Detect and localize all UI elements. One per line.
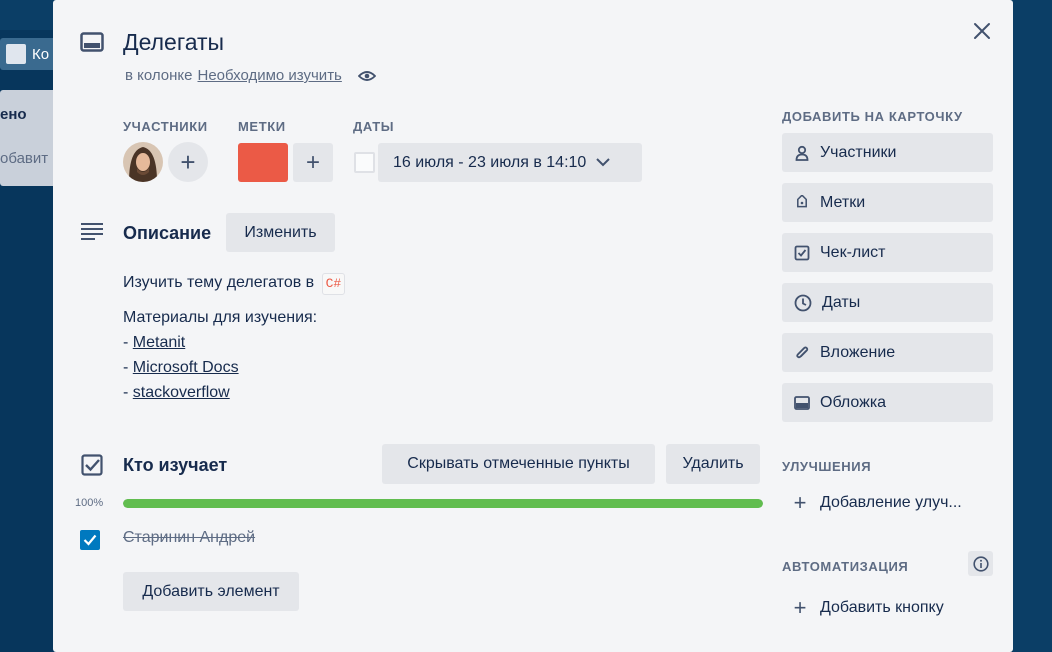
checklist-item-text[interactable]: Старинин Андрей — [123, 529, 255, 547]
members-label: УЧАСТНИКИ — [123, 119, 208, 134]
add-button-button[interactable]: + Добавить кнопку — [782, 590, 993, 626]
description-body[interactable]: Изучить тему делегатов в C# Материалы дл… — [123, 270, 346, 405]
eye-icon[interactable] — [357, 70, 376, 82]
sidebar-attachment-label: Вложение — [820, 343, 896, 361]
description-icon — [81, 223, 103, 240]
paperclip-icon — [796, 346, 809, 358]
list-name-link[interactable]: Необходимо изучить — [198, 67, 342, 84]
clock-icon — [794, 294, 812, 311]
sidebar-labels-label: Метки — [820, 193, 866, 211]
delete-checklist-button[interactable]: Удалить — [666, 444, 760, 484]
sidebar-dates-label: Даты — [822, 293, 861, 311]
board-button-label: Ко — [32, 45, 50, 63]
add-member-button[interactable]: + — [168, 142, 208, 182]
dates-value: 16 июля - 23 июля в 14:10 — [393, 153, 587, 171]
card-title[interactable]: Делегаты — [123, 29, 224, 56]
link-microsoft-docs[interactable]: Microsoft Docs — [133, 359, 239, 376]
plus-icon: + — [793, 490, 807, 515]
sidebar-members-label: Участники — [820, 143, 897, 161]
tag-icon — [797, 194, 807, 207]
progress-bar — [123, 499, 763, 508]
checklist-small-icon — [794, 245, 810, 260]
automation-info-button[interactable] — [968, 551, 993, 576]
list-title: ено — [0, 106, 27, 123]
dates-button[interactable]: 16 июля - 23 июля в 14:10 — [378, 143, 642, 182]
list-dash: - — [123, 384, 133, 401]
list-add-card[interactable]: обавит — [0, 150, 48, 167]
in-list-prefix: в колонке — [125, 67, 193, 84]
sidebar-attachment-button[interactable]: Вложение — [782, 333, 993, 372]
checklist-item-checkbox[interactable] — [80, 530, 100, 550]
plus-icon: + — [793, 595, 807, 620]
board-background-right — [1013, 30, 1052, 652]
info-icon — [972, 555, 989, 572]
sidebar-checklist-button[interactable]: Чек-лист — [782, 233, 993, 272]
avatar-image — [123, 142, 163, 182]
progress-percent: 100% — [75, 497, 104, 509]
link-row: - Microsoft Docs — [123, 355, 345, 380]
link-stackoverflow[interactable]: stackoverflow — [133, 384, 230, 401]
avatar[interactable] — [123, 142, 163, 182]
link-row: - Metanit — [123, 330, 345, 355]
check-icon — [83, 534, 97, 546]
add-powerup-button[interactable]: + Добавление улуч... — [782, 485, 993, 521]
add-powerup-label: Добавление улуч... — [820, 494, 962, 511]
add-to-card-label: ДОБАВИТЬ НА КАРТОЧКУ — [782, 109, 963, 124]
date-complete-checkbox[interactable] — [354, 152, 375, 173]
description-line-2: Материалы для изучения: — [123, 309, 318, 326]
powerups-label: УЛУЧШЕНИЯ — [782, 459, 872, 474]
sidebar-cover-label: Обложка — [820, 393, 887, 411]
label-chip-red[interactable] — [238, 143, 288, 182]
link-row: - stackoverflow — [123, 380, 345, 405]
add-item-button[interactable]: Добавить элемент — [123, 572, 299, 611]
labels-label: МЕТКИ — [238, 119, 286, 134]
chevron-down-icon — [596, 158, 611, 167]
link-metanit[interactable]: Metanit — [133, 334, 185, 351]
card-subtitle: в колонке Необходимо изучить — [125, 67, 376, 84]
add-label-button[interactable]: + — [293, 143, 333, 182]
person-icon — [795, 145, 809, 161]
sidebar-labels-button[interactable]: Метки — [782, 183, 993, 222]
description-text: Изучить тему делегатов в — [123, 274, 315, 291]
add-button-label: Добавить кнопку — [820, 599, 944, 616]
card-modal: Делегаты в колонке Необходимо изучить УЧ… — [53, 0, 1013, 652]
description-line-1: Изучить тему делегатов в C# — [123, 270, 346, 295]
code-snippet: C# — [321, 273, 346, 295]
close-button[interactable] — [969, 18, 995, 44]
card-icon — [80, 32, 104, 52]
sidebar-dates-button[interactable]: Даты — [782, 283, 993, 322]
sidebar-checklist-label: Чек-лист — [820, 243, 886, 261]
edit-description-button[interactable]: Изменить — [226, 213, 335, 252]
checklist-heading[interactable]: Кто изучает — [123, 455, 227, 476]
board-list: ено обавит — [0, 90, 60, 186]
sidebar-cover-button[interactable]: Обложка — [782, 383, 993, 422]
progress-bar-fill — [123, 499, 763, 508]
dates-label: ДАТЫ — [353, 119, 395, 134]
board-icon — [6, 44, 26, 64]
board-button[interactable]: Ко — [0, 38, 60, 70]
list-dash: - — [123, 359, 133, 376]
sidebar-members-button[interactable]: Участники — [782, 133, 993, 172]
description-heading: Описание — [123, 223, 212, 243]
cover-icon — [794, 395, 810, 410]
list-dash: - — [123, 334, 133, 351]
close-icon — [974, 23, 990, 39]
hide-checked-button[interactable]: Скрывать отмеченные пункты — [382, 444, 655, 484]
checklist-icon — [81, 454, 103, 476]
automation-label: АВТОМАТИЗАЦИЯ — [782, 559, 909, 574]
